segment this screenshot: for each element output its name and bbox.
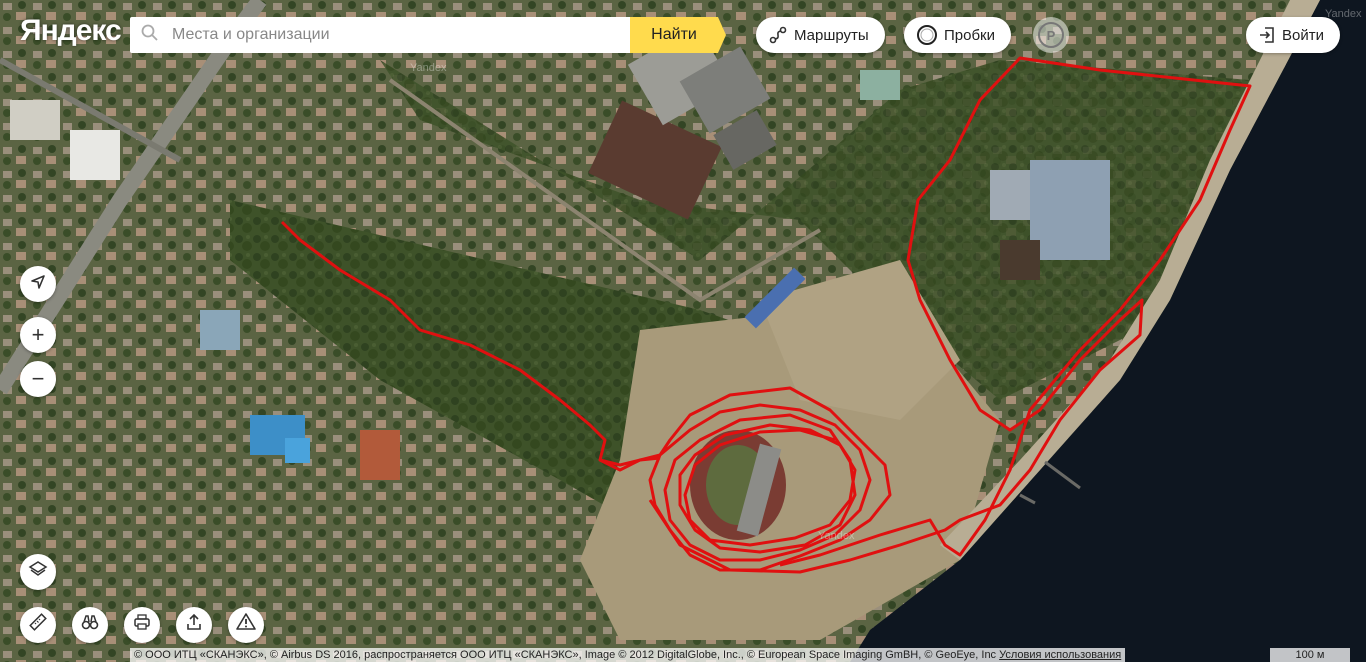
ruler-icon: [28, 612, 48, 638]
layers-button[interactable]: [20, 554, 56, 590]
zoom-in-button[interactable]: +: [20, 317, 56, 353]
locate-button[interactable]: [20, 266, 56, 302]
attribution: © ООО ИТЦ «СКАНЭКС», © Airbus DS 2016, р…: [130, 648, 1126, 662]
search-field[interactable]: [130, 17, 630, 53]
terms-link[interactable]: Условия использования: [999, 649, 1121, 661]
layers-icon: [28, 559, 48, 585]
map-watermark: Yandex: [410, 62, 447, 74]
binoculars-icon: [80, 612, 100, 638]
print-button[interactable]: [124, 607, 160, 643]
scale-label: 100 м: [1295, 649, 1325, 661]
parking-icon: P: [1038, 22, 1064, 48]
traffic-button[interactable]: Пробки: [904, 17, 1011, 53]
minus-icon: −: [31, 366, 45, 391]
map-watermark: Yandex: [818, 530, 855, 542]
share-button[interactable]: [176, 607, 212, 643]
panorama-button[interactable]: [72, 607, 108, 643]
copyright-text: © ООО ИТЦ «СКАНЭКС», © Airbus DS 2016, р…: [134, 649, 997, 661]
ruler-button[interactable]: [20, 607, 56, 643]
route-icon: [768, 25, 788, 45]
scale-bar: 100 м: [1270, 648, 1350, 662]
search-icon: [130, 24, 170, 47]
yandex-logo[interactable]: Яндекс: [20, 14, 122, 48]
login-icon: [1258, 26, 1276, 44]
routes-button[interactable]: Маршруты: [756, 17, 885, 53]
login-label: Войти: [1282, 26, 1324, 44]
navigation-arrow-icon: [29, 271, 47, 297]
satellite-map[interactable]: [0, 0, 1366, 662]
parking-button[interactable]: P: [1033, 17, 1069, 53]
routes-label: Маршруты: [794, 26, 869, 44]
search-input[interactable]: [170, 25, 614, 45]
share-icon: [184, 612, 204, 638]
warning-icon: [236, 612, 256, 638]
traffic-icon: [916, 24, 938, 46]
printer-icon: [132, 612, 152, 638]
report-error-button[interactable]: [228, 607, 264, 643]
login-button[interactable]: Войти: [1246, 17, 1340, 53]
search-button[interactable]: Найти: [630, 17, 726, 53]
traffic-label: Пробки: [944, 26, 995, 44]
zoom-out-button[interactable]: −: [20, 361, 56, 397]
plus-icon: +: [31, 322, 45, 347]
search-bar: Найти: [130, 17, 726, 53]
